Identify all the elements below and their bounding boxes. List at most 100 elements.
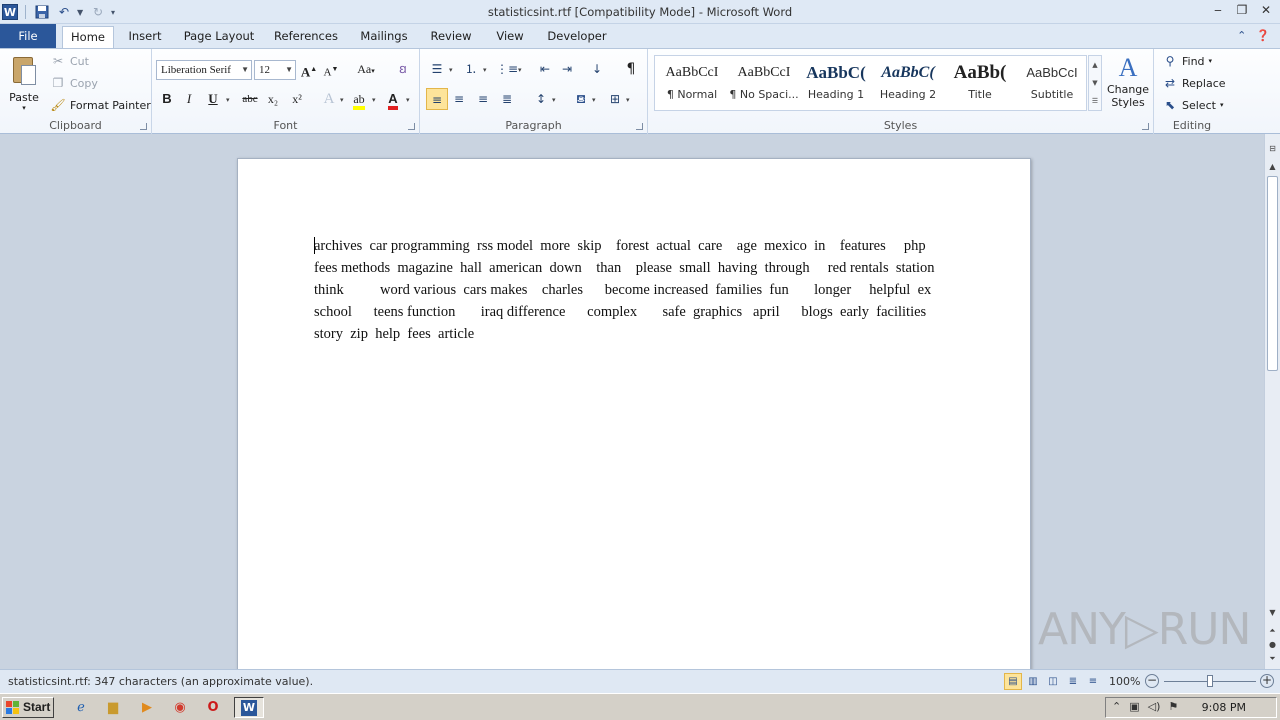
show-formatting-marks-icon[interactable]: ¶ [620, 58, 642, 80]
styles-launcher-icon[interactable] [1142, 123, 1149, 130]
strikethrough-button[interactable]: abc [238, 88, 262, 110]
format-painter-button[interactable]: 🖌 Format Painter [50, 95, 150, 115]
decrease-indent-icon[interactable]: ⇤ [534, 58, 556, 80]
tab-file[interactable]: File [0, 24, 56, 48]
scroll-down-icon[interactable]: ▼ [1266, 606, 1279, 620]
highlight-icon[interactable]: ab [348, 88, 370, 110]
find-button[interactable]: ⚲ Find ▾ [1162, 51, 1212, 71]
tab-home[interactable]: Home [62, 26, 114, 50]
internet-explorer-icon[interactable]: ℯ [70, 697, 92, 718]
vertical-scrollbar[interactable]: ⊟ ▲ ▼ ⏶ ● ⏷ [1264, 134, 1280, 669]
paragraph-launcher-icon[interactable] [636, 123, 643, 130]
style-heading-2[interactable]: AaBbC( Heading 2 [873, 58, 943, 110]
underline-button[interactable]: U [202, 88, 224, 110]
bullets-icon[interactable]: ☰ [426, 58, 448, 80]
close-icon[interactable]: ✕ [1258, 2, 1274, 18]
replace-button[interactable]: ⇄ Replace [1162, 73, 1226, 93]
zoom-in-icon[interactable]: + [1260, 674, 1274, 688]
subscript-button[interactable]: x₂ [262, 88, 284, 110]
font-color-dropdown-icon[interactable]: ▾ [406, 96, 410, 104]
browse-object-icon[interactable]: ● [1266, 638, 1279, 652]
start-button[interactable]: Start [2, 697, 54, 718]
font-size-combo[interactable]: 12 ▼ [254, 60, 296, 80]
font-launcher-icon[interactable] [408, 123, 415, 130]
shrink-font-button[interactable]: A▼ [320, 58, 342, 80]
zoom-out-icon[interactable]: − [1145, 674, 1159, 688]
align-center-icon[interactable]: ≡ [448, 88, 470, 110]
word-taskbar-item[interactable]: W [234, 697, 264, 718]
borders-icon[interactable]: ⊞ [604, 88, 626, 110]
full-screen-reading-icon[interactable]: ▥ [1024, 673, 1042, 690]
media-player-icon[interactable]: ▶ [136, 697, 158, 718]
shading-dropdown-icon[interactable]: ▾ [592, 96, 596, 104]
previous-page-icon[interactable]: ⏶ [1266, 624, 1279, 638]
style-normal[interactable]: AaBbCcI ¶ Normal [657, 58, 727, 110]
help-icon[interactable]: ❓ [1256, 29, 1270, 42]
tab-page-layout[interactable]: Page Layout [182, 26, 256, 48]
select-button[interactable]: ⬉ Select ▾ [1162, 95, 1223, 115]
change-styles-button[interactable]: A Change Styles [1104, 53, 1152, 109]
clipboard-launcher-icon[interactable] [140, 123, 147, 130]
scroll-up-icon[interactable]: ▲ [1266, 160, 1279, 174]
tab-references[interactable]: References [272, 26, 340, 48]
paste-button[interactable]: Paste ▾ [4, 53, 44, 112]
chrome-icon[interactable]: ◉ [169, 697, 191, 718]
grow-font-button[interactable]: A▲ [298, 58, 320, 80]
zoom-slider-thumb[interactable] [1207, 675, 1213, 687]
print-layout-icon[interactable]: ▤ [1004, 673, 1022, 690]
next-page-icon[interactable]: ⏷ [1266, 652, 1279, 666]
style-subtitle[interactable]: AaBbCcI Subtitle [1017, 58, 1087, 110]
opera-icon[interactable]: O [202, 697, 224, 718]
style-title[interactable]: AaBb( Title [945, 58, 1015, 110]
font-color-icon[interactable]: A [382, 88, 404, 110]
folder-icon[interactable]: ▆ [102, 697, 124, 718]
font-name-combo[interactable]: Liberation Serif ▼ [156, 60, 252, 80]
text-effects-icon[interactable]: A [318, 88, 340, 110]
highlight-dropdown-icon[interactable]: ▾ [372, 96, 376, 104]
multilevel-list-icon[interactable]: ⋮≡ [496, 58, 518, 80]
bold-button[interactable]: B [156, 88, 178, 110]
line-spacing-dropdown-icon[interactable]: ▾ [552, 96, 556, 104]
style-no-spacing[interactable]: AaBbCcI ¶ No Spaci... [729, 58, 799, 110]
cut-button[interactable]: ✂ Cut [50, 51, 89, 71]
document-body[interactable]: archives car programming rss model more … [314, 235, 964, 345]
tab-developer[interactable]: Developer [544, 26, 610, 48]
change-case-button[interactable]: Aa▾ [352, 58, 380, 80]
increase-indent-icon[interactable]: ⇥ [556, 58, 578, 80]
style-heading-1[interactable]: AaBbC( Heading 1 [801, 58, 871, 110]
restore-icon[interactable]: ❐ [1234, 2, 1250, 18]
superscript-button[interactable]: x² [286, 88, 308, 110]
action-center-flag-icon[interactable]: ⚑ [1168, 700, 1178, 713]
multilevel-dropdown-icon[interactable]: ▾ [518, 66, 522, 74]
network-icon[interactable]: ▣ [1129, 700, 1139, 713]
volume-icon[interactable]: ◁) [1148, 700, 1161, 713]
document-page[interactable]: archives car programming rss model more … [237, 158, 1031, 669]
tab-insert[interactable]: Insert [124, 26, 166, 48]
borders-dropdown-icon[interactable]: ▾ [626, 96, 630, 104]
numbering-dropdown-icon[interactable]: ▾ [483, 66, 487, 74]
gallery-up-icon[interactable]: ▲ [1089, 56, 1101, 74]
scrollbar-thumb[interactable] [1267, 176, 1278, 371]
copy-button[interactable]: ❐ Copy [50, 73, 98, 93]
tab-review[interactable]: Review [428, 26, 474, 48]
sort-icon[interactable]: ↓ [586, 58, 608, 80]
numbering-icon[interactable]: ⒈ [460, 58, 482, 80]
zoom-level[interactable]: 100% [1109, 675, 1140, 688]
align-left-icon[interactable]: ≡ [426, 88, 448, 110]
tab-view[interactable]: View [492, 26, 528, 48]
draft-icon[interactable]: ≡ [1084, 673, 1102, 690]
align-right-icon[interactable]: ≡ [472, 88, 494, 110]
bullets-dropdown-icon[interactable]: ▾ [449, 66, 453, 74]
web-layout-icon[interactable]: ◫ [1044, 673, 1062, 690]
outline-icon[interactable]: ≣ [1064, 673, 1082, 690]
justify-icon[interactable]: ≣ [496, 88, 518, 110]
ruler-toggle-icon[interactable]: ⊟ [1266, 142, 1279, 156]
line-spacing-icon[interactable]: ↕ [530, 88, 552, 110]
minimize-ribbon-icon[interactable]: ⌃ [1237, 29, 1246, 42]
italic-button[interactable]: I [178, 88, 200, 110]
shading-icon[interactable]: ⛾ [570, 88, 592, 110]
tab-mailings[interactable]: Mailings [356, 26, 412, 48]
minimize-icon[interactable]: ‒ [1210, 2, 1226, 18]
clock[interactable]: 9:08 PM [1202, 701, 1246, 714]
underline-dropdown-icon[interactable]: ▾ [226, 96, 230, 104]
